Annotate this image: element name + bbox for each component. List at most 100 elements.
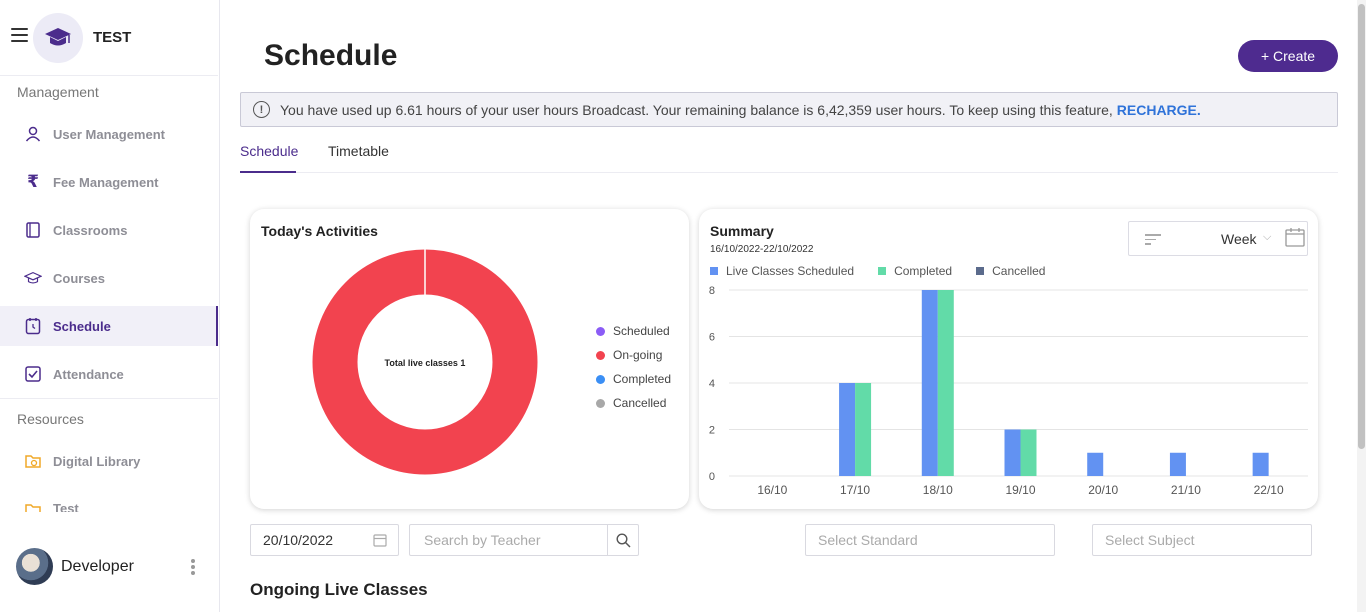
- bar-completed-19-10: [1020, 429, 1037, 476]
- teacher-search: [409, 524, 639, 556]
- sidebar-item-label: Fee Management: [53, 174, 159, 190]
- legend-swatch: [710, 267, 718, 275]
- sidebar-divider: [0, 398, 218, 399]
- sidebar-divider: [0, 75, 218, 76]
- standard-select[interactable]: [805, 524, 1055, 556]
- more-options-icon[interactable]: [190, 559, 196, 575]
- bar-live-classes-scheduled-21-10: [1169, 452, 1186, 476]
- date-picker[interactable]: 20/10/2022: [250, 524, 399, 556]
- sidebar-item-label: Digital Library: [53, 453, 141, 469]
- legend-item-cancelled: Cancelled: [596, 391, 671, 415]
- hamburger-menu-icon[interactable]: [11, 28, 28, 42]
- bar-completed-18-10: [937, 290, 954, 476]
- brand-name: TEST: [93, 29, 132, 46]
- graduation-cap-logo: [33, 13, 83, 63]
- user-name: Developer: [61, 558, 134, 575]
- summary-card: Summary 16/10/2022-22/10/2022 Week ⌵ Liv…: [699, 209, 1318, 509]
- y-tick-label: 6: [709, 332, 715, 344]
- subject-select-input[interactable]: [1105, 532, 1311, 548]
- x-tick-label: 20/10: [1088, 483, 1118, 497]
- legend-label: Completed: [613, 372, 672, 386]
- x-tick-label: 21/10: [1171, 483, 1201, 497]
- clock-icon: [24, 317, 42, 335]
- page-scrollbar[interactable]: [1357, 0, 1366, 612]
- tab-bar: Schedule Timetable: [240, 140, 1338, 173]
- legend-item-scheduled: Live Classes Scheduled: [710, 264, 854, 278]
- legend-dot: [596, 326, 605, 336]
- sidebar-item-user-management[interactable]: User Management: [0, 114, 218, 154]
- sidebar-item-classrooms[interactable]: Classrooms: [0, 210, 218, 250]
- legend-swatch: [976, 267, 985, 275]
- y-tick-label: 2: [709, 425, 715, 437]
- subject-select[interactable]: [1092, 524, 1312, 556]
- sidebar-item-schedule[interactable]: Schedule: [0, 306, 218, 346]
- search-icon: [616, 532, 631, 548]
- usage-alert: ! You have used up 6.61 hours of your us…: [240, 92, 1338, 127]
- recharge-link[interactable]: RECHARGE.: [1117, 102, 1201, 118]
- summary-legend: Live Classes Scheduled Completed Cancell…: [710, 264, 1069, 278]
- sidebar-item-label: Schedule: [53, 318, 111, 334]
- x-tick-label: 22/10: [1254, 483, 1284, 497]
- ongoing-live-classes-title: Ongoing Live Classes: [250, 580, 428, 599]
- user-icon: [24, 125, 42, 143]
- y-tick-label: 8: [709, 285, 715, 297]
- app-root: TEST Management User Management ₹ Fee Ma…: [0, 0, 1366, 612]
- sidebar-item-courses[interactable]: Courses: [0, 258, 218, 298]
- graduation-cap-icon: [24, 269, 42, 287]
- sidebar-item-label: Classrooms: [53, 222, 128, 238]
- y-tick-label: 0: [709, 471, 715, 483]
- avatar[interactable]: [16, 548, 53, 585]
- bar-completed-17-10: [855, 383, 872, 476]
- sidebar-item-label: Test: [53, 501, 79, 512]
- donut-center-label: Total live classes 1: [385, 358, 466, 368]
- date-value: 20/10/2022: [263, 532, 334, 548]
- search-button[interactable]: [607, 524, 639, 556]
- standard-select-input[interactable]: [818, 532, 1054, 548]
- legend-dot: [596, 398, 605, 408]
- card-title: Today's Activities: [261, 223, 378, 239]
- bar-live-classes-scheduled-20-10: [1087, 452, 1104, 476]
- period-value: Week: [1221, 230, 1257, 247]
- sidebar-item-test[interactable]: Test: [0, 490, 218, 512]
- teacher-search-input[interactable]: [424, 532, 604, 548]
- x-tick-label: 18/10: [923, 483, 953, 497]
- section-resources: Resources: [17, 411, 84, 427]
- sidebar-item-label: User Management: [53, 126, 165, 142]
- calendar-icon: [373, 533, 387, 550]
- legend-label: Completed: [894, 264, 953, 278]
- scrollbar-thumb[interactable]: [1358, 4, 1365, 449]
- legend-label: On-going: [613, 348, 663, 362]
- period-select[interactable]: Week ⌵: [1128, 221, 1308, 256]
- date-range: 16/10/2022-22/10/2022: [710, 244, 814, 255]
- activities-donut-chart: Total live classes 1: [312, 249, 538, 475]
- legend-item-cancelled: Cancelled: [976, 264, 1045, 278]
- calendar-icon[interactable]: [1285, 227, 1305, 252]
- y-tick-label: 4: [709, 378, 715, 390]
- user-profile: Developer: [0, 528, 218, 612]
- alert-text: You have used up 6.61 hours of your user…: [280, 101, 1113, 118]
- sidebar-item-digital-library[interactable]: Digital Library: [0, 441, 218, 481]
- chevron-down-icon: ⌵: [1263, 231, 1272, 243]
- card-title: Summary: [710, 223, 774, 239]
- tab-timetable[interactable]: Timetable: [328, 140, 389, 173]
- book-icon: [24, 221, 42, 239]
- sidebar-item-label: Attendance: [53, 366, 124, 382]
- bar-live-classes-scheduled-19-10: [1004, 429, 1021, 476]
- bar-live-classes-scheduled-17-10: [839, 383, 856, 476]
- tab-schedule[interactable]: Schedule: [240, 140, 298, 173]
- legend-item-ongoing: On-going: [596, 343, 671, 367]
- sidebar-item-label: Courses: [53, 270, 106, 286]
- sidebar: TEST Management User Management ₹ Fee Ma…: [0, 0, 220, 612]
- section-management: Management: [17, 84, 99, 100]
- sidebar-item-attendance[interactable]: Attendance: [0, 354, 218, 394]
- legend-label: Cancelled: [613, 396, 667, 410]
- summary-bar-chart: 0 2 4 6 8 16/10 17/10 18/10 19/10 20/10 21/10 22/10: [709, 285, 1308, 497]
- sidebar-item-fee-management[interactable]: ₹ Fee Management: [0, 162, 218, 202]
- bar-live-classes-scheduled-22-10: [1252, 452, 1269, 476]
- legend-label: Live Classes Scheduled: [726, 264, 855, 278]
- create-button[interactable]: + Create: [1238, 40, 1338, 72]
- x-tick-label: 16/10: [757, 483, 787, 497]
- legend-dot: [596, 374, 605, 384]
- x-tick-label: 17/10: [840, 483, 870, 497]
- legend-item-completed: Completed: [596, 367, 671, 391]
